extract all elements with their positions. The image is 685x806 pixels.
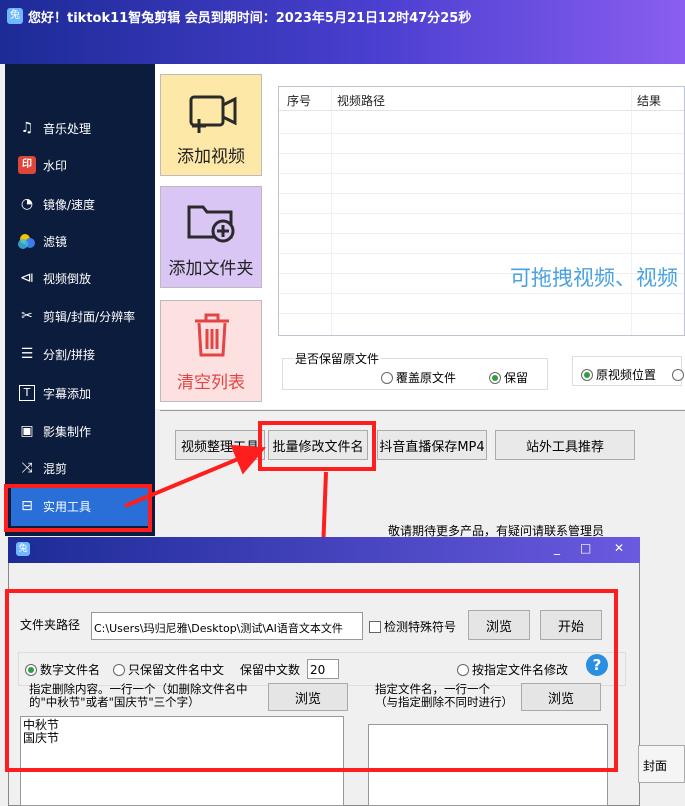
cover-tab[interactable]: 封面 bbox=[638, 745, 685, 783]
dialog-title-bar: 兔 _ □ ✕ bbox=[8, 537, 640, 563]
dialog-app-icon: 兔 bbox=[16, 542, 30, 556]
minimize-button[interactable]: _ bbox=[554, 541, 560, 555]
maximize-button[interactable]: □ bbox=[580, 541, 591, 555]
close-button[interactable]: ✕ bbox=[614, 541, 624, 555]
highlight-dialog-options bbox=[5, 589, 618, 772]
